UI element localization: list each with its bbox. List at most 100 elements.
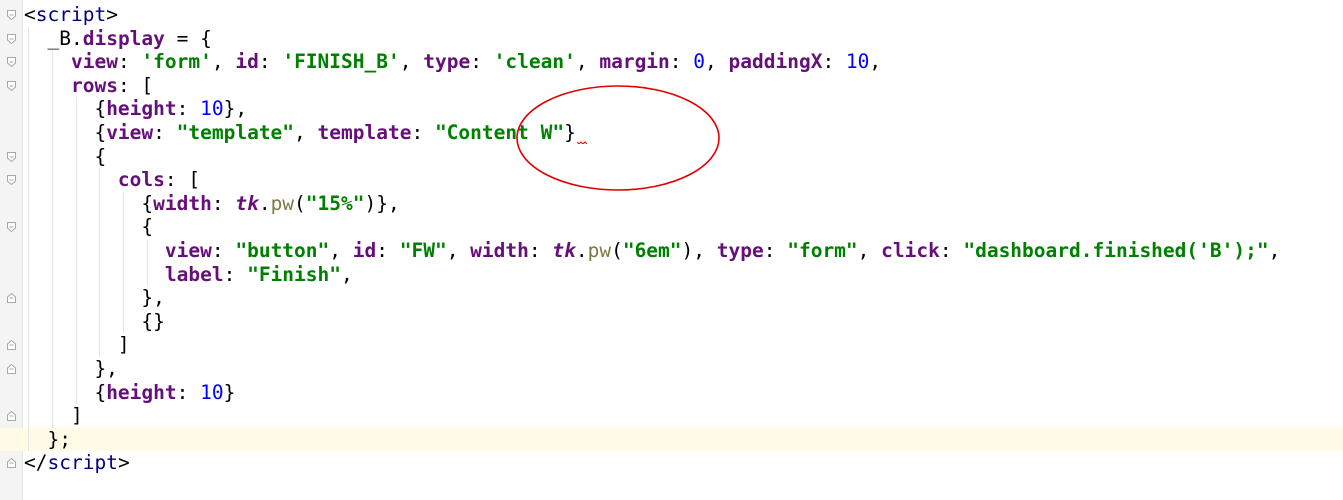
code-line-text: <script>	[24, 3, 118, 27]
code-line[interactable]: label: "Finish",	[0, 262, 1343, 287]
code-line[interactable]: </script>	[0, 451, 1343, 475]
code-token: click	[881, 238, 940, 262]
code-token: },	[24, 286, 165, 310]
code-token: view	[164, 238, 212, 262]
code-token: script	[47, 451, 118, 475]
code-token: {	[24, 120, 107, 144]
code-line[interactable]: ]	[0, 333, 1343, 357]
code-token: width	[470, 238, 529, 262]
code-token: :	[176, 380, 201, 404]
code-token: :	[176, 97, 201, 121]
code-line[interactable]: },	[0, 286, 1343, 310]
code-token: :	[223, 262, 248, 286]
code-token: {	[24, 144, 107, 168]
code-token: :	[470, 50, 494, 74]
code-line[interactable]: {	[0, 215, 1343, 239]
code-line[interactable]: cols: [	[0, 168, 1343, 192]
code-token: label	[164, 262, 224, 286]
code-token: 0	[693, 50, 706, 74]
code-token: tk	[235, 191, 259, 215]
code-token: id	[352, 238, 377, 262]
code-token: ]	[24, 333, 130, 357]
code-token: 10	[200, 380, 224, 404]
code-token: :	[211, 191, 236, 215]
code-token: ,	[1268, 238, 1281, 262]
code-line-text: {height: 10}	[24, 381, 235, 405]
code-token: }	[223, 380, 236, 404]
code-editor[interactable]: <script> _B.display = { view: 'form', id…	[0, 0, 1343, 500]
code-line[interactable]: {}	[0, 309, 1343, 334]
code-line[interactable]: {width: tk.pw("15%")},	[0, 191, 1343, 216]
code-token: :	[822, 50, 846, 74]
code-token: {	[24, 97, 107, 121]
code-line[interactable]: {height: 10},	[0, 97, 1343, 121]
code-area[interactable]: <script> _B.display = { view: 'form', id…	[0, 3, 1343, 475]
code-line[interactable]: rows: [	[0, 73, 1343, 98]
code-token: tk	[552, 238, 576, 262]
code-line-text: {width: tk.pw("15%")},	[24, 191, 399, 216]
code-token: rows	[70, 73, 118, 97]
code-token: 'form'	[141, 50, 212, 74]
code-token: {	[24, 380, 107, 404]
code-line[interactable]: };	[0, 427, 1343, 452]
code-line[interactable]: _B.display = {	[0, 26, 1343, 51]
code-token: : [	[117, 73, 154, 97]
code-token: ,	[211, 50, 236, 74]
code-token: :	[117, 50, 142, 74]
code-token: ,	[705, 50, 729, 74]
code-token: 10	[200, 97, 224, 121]
code-token: view	[70, 50, 118, 74]
code-token: };	[24, 427, 71, 451]
code-token: :	[411, 120, 435, 144]
code-line[interactable]: view: 'form', id: 'FINISH_B', type: 'cle…	[0, 50, 1343, 74]
code-line-text: {view: "template", template: "Content W"…	[24, 121, 588, 145]
code-token: = {	[164, 26, 212, 50]
code-token: "15%"	[305, 191, 365, 215]
code-token: paddingX	[728, 50, 823, 74]
code-token: },	[223, 97, 248, 121]
code-token: pw	[270, 191, 295, 215]
code-line[interactable]: {height: 10}	[0, 380, 1343, 405]
code-line-text: {}	[24, 310, 165, 334]
code-token: ,	[399, 50, 424, 74]
code-token: 'clean'	[493, 50, 576, 74]
code-token: :	[258, 50, 283, 74]
code-token: ,	[869, 50, 882, 74]
code-token: .	[70, 26, 83, 50]
code-line[interactable]: view: "button", id: "FW", width: tk.pw("…	[0, 238, 1343, 263]
code-line-text: {height: 10},	[24, 97, 247, 121]
code-token: (	[294, 191, 306, 215]
code-line[interactable]: {view: "template", template: "Content W"…	[0, 120, 1343, 145]
code-line-text: rows: [	[24, 74, 153, 98]
code-token: },	[24, 356, 118, 380]
code-token: <	[24, 3, 36, 26]
code-line[interactable]: ]	[0, 404, 1343, 428]
code-token: :	[528, 238, 553, 262]
code-line-text: view: "button", id: "FW", width: tk.pw("…	[24, 239, 1280, 263]
code-line-text: </script>	[24, 451, 130, 475]
error-squiggle-icon	[576, 141, 588, 145]
code-line[interactable]: },	[0, 356, 1343, 381]
code-token: width	[153, 191, 212, 215]
code-line[interactable]: <script>	[0, 3, 1343, 27]
code-token: ,	[446, 238, 471, 262]
code-token: {	[24, 191, 154, 215]
code-token: :	[939, 238, 964, 262]
code-token: display	[82, 26, 165, 50]
code-token: {}	[24, 309, 165, 333]
code-line-text: view: 'form', id: 'FINISH_B', type: 'cle…	[24, 50, 881, 74]
code-token: :	[376, 238, 400, 262]
code-line-text: };	[24, 428, 71, 452]
code-token: .	[258, 191, 271, 215]
code-line-text: {	[24, 145, 106, 169]
code-token: (	[611, 238, 623, 262]
code-token: type	[423, 50, 471, 74]
code-token: >	[106, 3, 118, 26]
code-token: :	[211, 238, 236, 262]
code-line[interactable]: {	[0, 144, 1343, 169]
code-token: ,	[294, 120, 318, 144]
code-line-text: _B.display = {	[24, 26, 212, 51]
code-token: view	[106, 120, 154, 144]
